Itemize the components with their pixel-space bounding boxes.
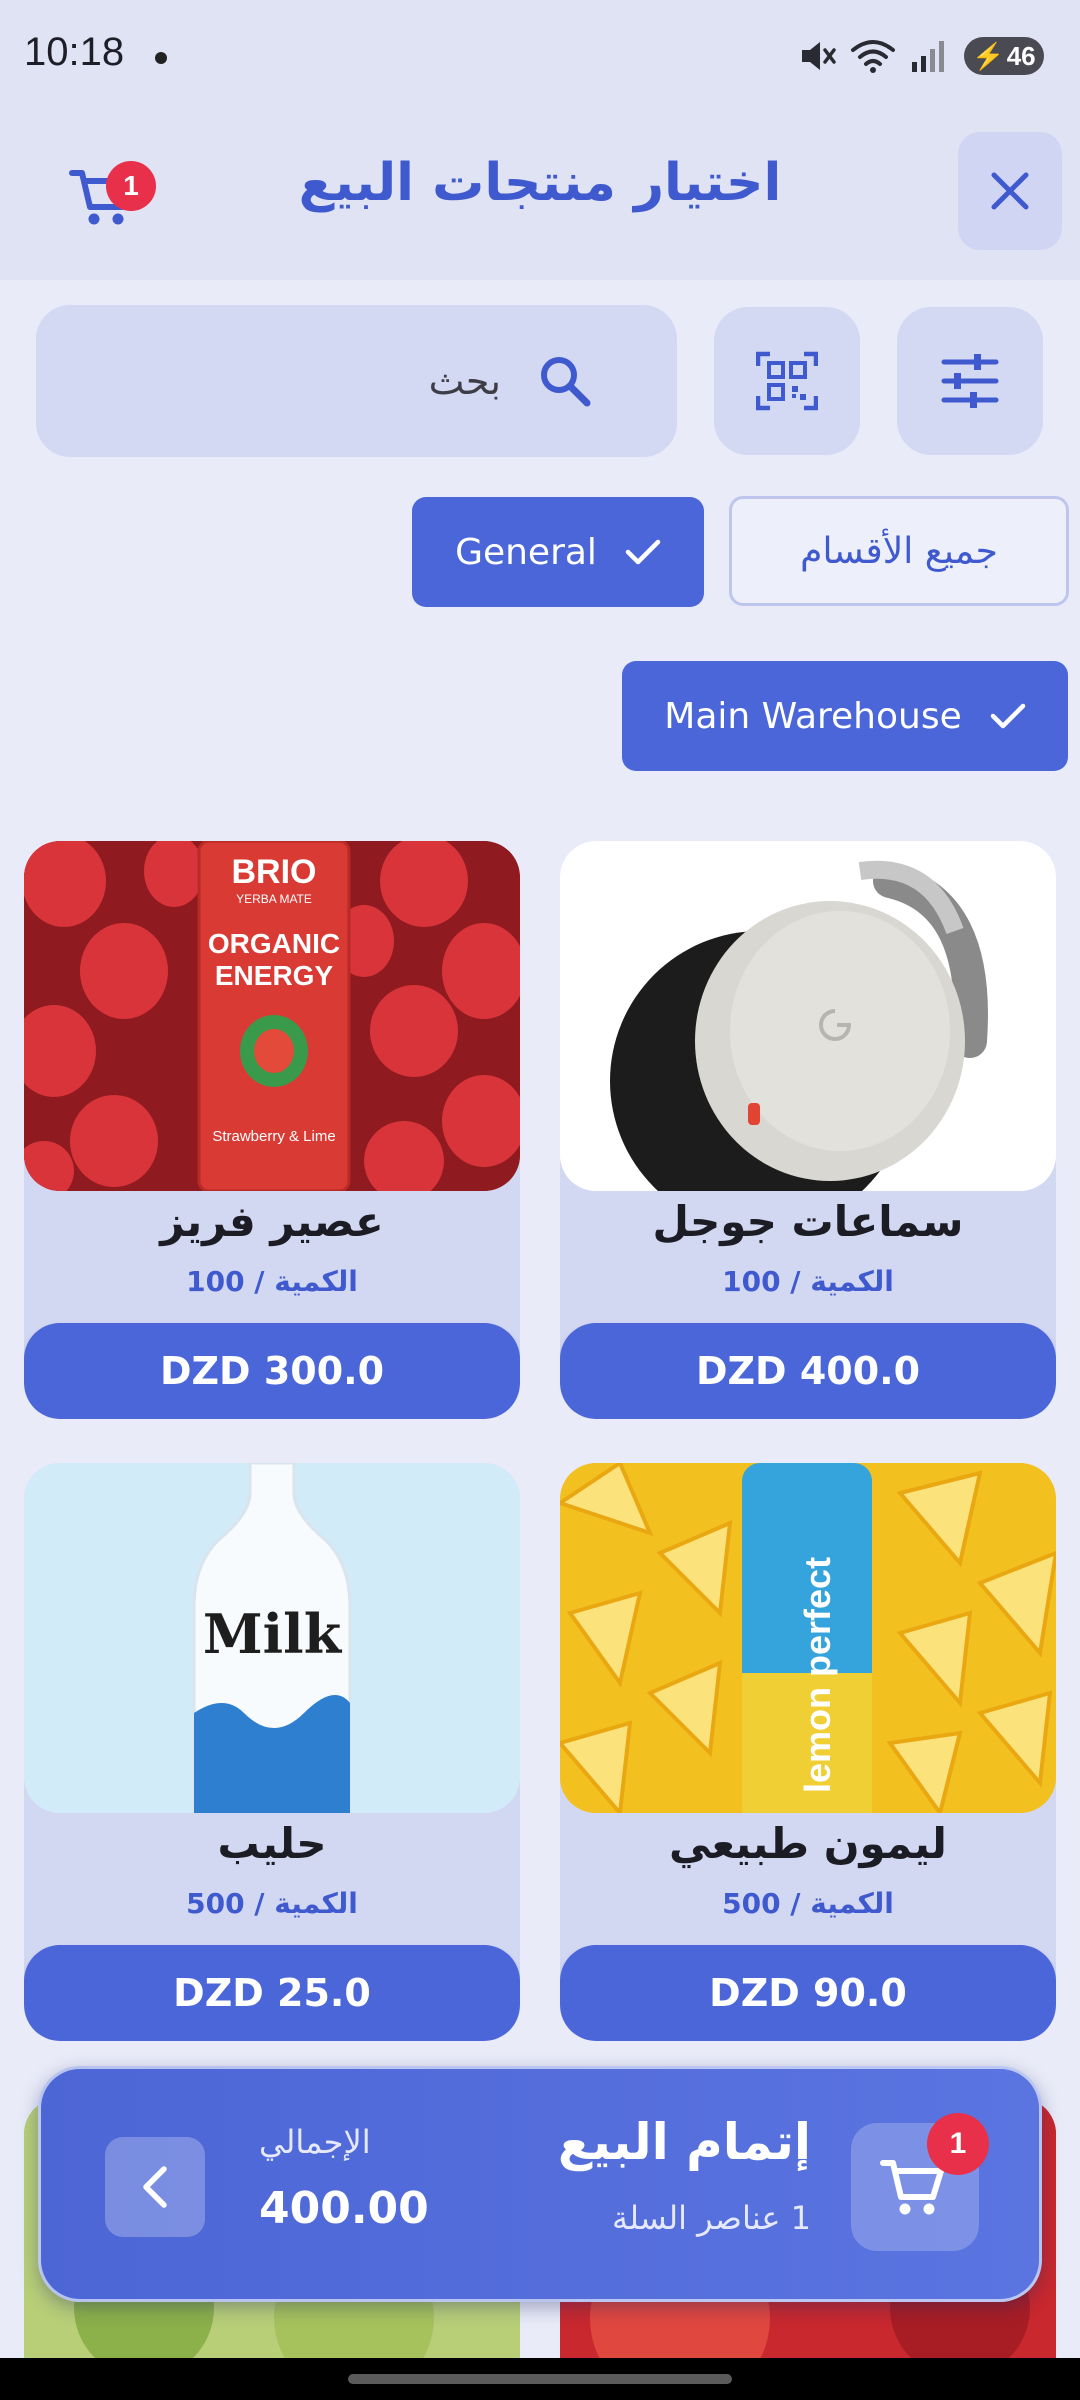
product-card[interactable]: Milk حليب الكمية / 500 DZD 25.0 [24,1463,520,2041]
total-value: 400.00 [259,2183,429,2234]
product-image-lemon-bottle: lemon perfect [560,1463,1056,1813]
product-price-button[interactable]: DZD 400.0 [560,1323,1056,1419]
checkout-bar[interactable]: 1 إتمام البيع 1 عناصر السلة الإجمالي 400… [38,2066,1042,2302]
product-quantity: الكمية / 500 [186,1887,358,1920]
search-input[interactable] [141,359,501,403]
checkout-cart-button[interactable]: 1 [851,2113,989,2251]
wifi-icon [851,40,895,73]
battery-indicator: ⚡ 46 [964,37,1044,75]
product-image-headphones [560,841,1056,1191]
product-quantity: الكمية / 100 [722,1265,894,1298]
search-icon [537,353,593,409]
status-icons: ⚡ 46 [798,36,1044,76]
checkout-items-count: 1 عناصر السلة [612,2199,811,2237]
status-time: 10:18 [24,30,125,74]
chip-main-warehouse[interactable]: Main Warehouse [622,661,1068,771]
check-icon [990,703,1025,729]
notification-dot-icon [155,52,167,64]
chip-general-label: General [455,531,597,573]
brio-line1-text: ORGANIC [208,928,340,959]
brio-line2-text: ENERGY [215,960,334,991]
home-gesture-handle[interactable] [348,2374,732,2384]
product-price-button[interactable]: DZD 90.0 [560,1945,1056,2041]
checkout-title: إتمام البيع [557,2113,811,2171]
proceed-arrow-button[interactable] [105,2137,205,2237]
product-name: عصير فريز [160,1197,384,1246]
bolt-icon: ⚡ [972,40,1005,71]
product-price-button[interactable]: DZD 300.0 [24,1323,520,1419]
product-price-button[interactable]: DZD 25.0 [24,1945,520,2041]
close-button[interactable] [958,132,1062,250]
product-name: سماعات جوجل [652,1197,964,1246]
product-name: حليب [217,1819,327,1868]
qr-scan-button[interactable] [714,307,860,455]
filter-settings-button[interactable] [897,307,1043,455]
lemon-brand-text: lemon perfect [797,1557,838,1793]
checkout-cart-badge: 1 [927,2113,989,2175]
product-name: ليمون طبيعي [669,1819,947,1868]
product-card[interactable]: سماعات جوجل الكمية / 100 DZD 400.0 [560,841,1056,1419]
system-nav-bar [0,2358,1080,2400]
header-cart-button[interactable]: 1 [68,153,156,233]
brio-sub-text: YERBA MATE [236,892,312,906]
product-image-strawberry-can: BRIO YERBA MATE ORGANIC ENERGY Strawberr… [24,841,520,1191]
status-bar: 10:18 ⚡ 46 [0,0,1080,115]
chip-all-categories[interactable]: جميع الأقسام [729,496,1069,606]
search-box[interactable] [36,305,677,457]
mute-icon [802,42,836,70]
close-icon [991,172,1029,210]
tune-icon [941,354,999,408]
brio-flavor-text: Strawberry & Lime [212,1128,335,1145]
brio-brand-text: BRIO [232,853,317,891]
chip-warehouse-label: Main Warehouse [664,695,962,737]
product-quantity: الكمية / 500 [722,1887,894,1920]
cart-badge: 1 [106,161,156,211]
product-quantity: الكمية / 100 [186,1265,358,1298]
chip-general[interactable]: General [412,497,704,607]
battery-level: 46 [1006,40,1036,71]
product-card[interactable]: lemon perfect ليمون طبيعي الكمية / 500 D… [560,1463,1056,2041]
check-icon [625,539,661,565]
signal-icon [912,41,944,72]
product-card[interactable]: BRIO YERBA MATE ORGANIC ENERGY Strawberr… [24,841,520,1419]
product-image-milk-bottle: Milk [24,1463,520,1813]
milk-label-text: Milk [203,1602,343,1666]
chevron-left-icon [143,2166,167,2208]
total-label: الإجمالي [259,2123,371,2161]
qr-code-icon [756,351,818,411]
page-title: اختيار منتجات البيع [298,153,782,213]
chip-all-categories-label: جميع الأقسام [800,530,998,572]
app-header: 1 اختيار منتجات البيع [0,115,1080,280]
